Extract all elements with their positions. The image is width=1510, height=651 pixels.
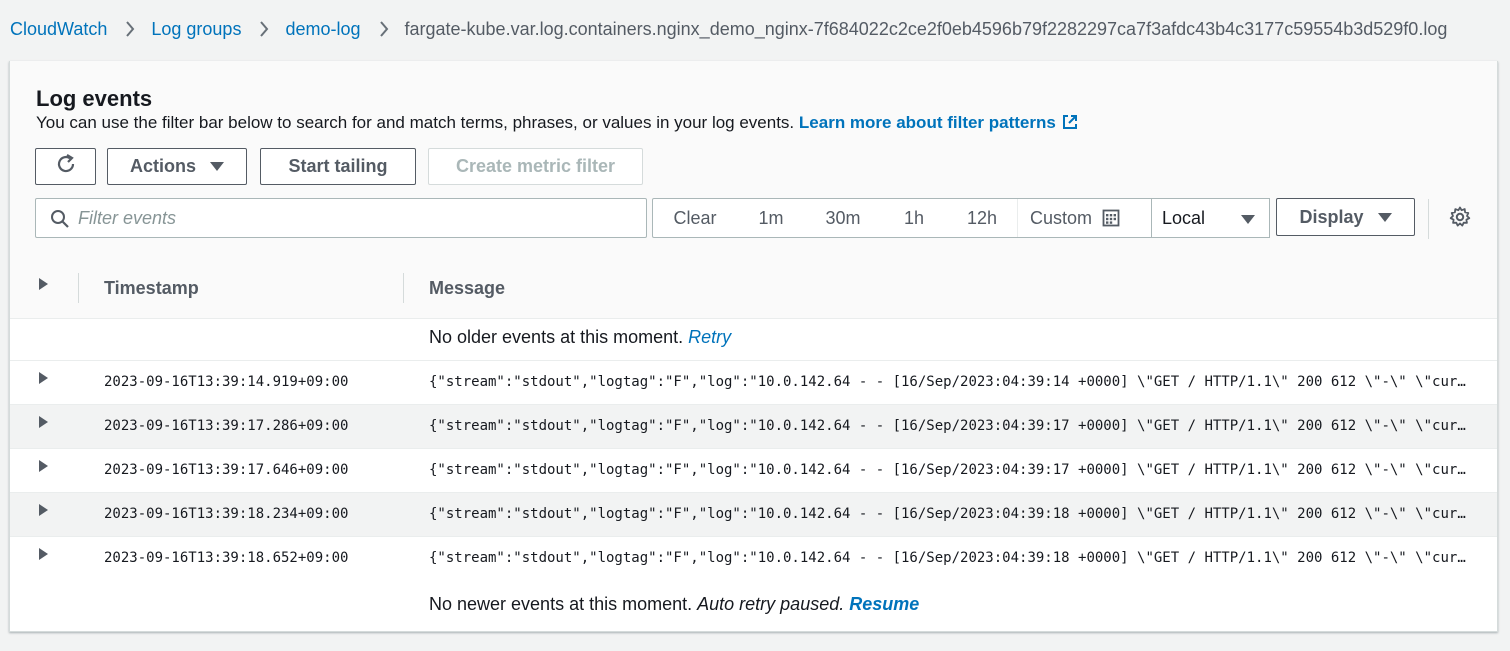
column-divider (78, 273, 79, 303)
expand-row-icon[interactable] (39, 416, 48, 428)
row-timestamp: 2023-09-16T13:39:14.919+09:00 (104, 374, 349, 390)
breadcrumb-cloudwatch[interactable]: CloudWatch (10, 19, 107, 40)
auto-retry-paused-text: Auto retry paused. (697, 594, 845, 614)
breadcrumb-demo-log[interactable]: demo-log (285, 19, 360, 40)
table-row[interactable]: 2023-09-16T13:39:18.652+09:00 {"stream":… (10, 536, 1497, 580)
older-events-notice: No older events at this moment. Retry (429, 327, 731, 348)
search-icon (50, 209, 70, 234)
table-row[interactable]: 2023-09-16T13:39:17.286+09:00 {"stream":… (10, 404, 1497, 448)
resume-link[interactable]: Resume (849, 594, 919, 614)
expand-all-icon[interactable] (39, 278, 48, 290)
refresh-button[interactable] (35, 148, 96, 185)
panel-header: Log events You can use the filter bar be… (10, 61, 1497, 319)
display-button[interactable]: Display (1276, 198, 1415, 236)
divider (1428, 199, 1429, 239)
calendar-icon (1102, 209, 1120, 227)
table-row[interactable]: 2023-09-16T13:39:17.646+09:00 {"stream":… (10, 448, 1497, 492)
timezone-value: Local (1162, 207, 1206, 228)
panel-description: You can use the filter bar below to sear… (36, 113, 1078, 135)
actions-button[interactable]: Actions (107, 148, 247, 185)
row-message: {"stream":"stdout","logtag":"F","log":"1… (429, 374, 1471, 390)
row-timestamp: 2023-09-16T13:39:18.234+09:00 (104, 506, 349, 522)
custom-label: Custom (1030, 207, 1093, 228)
caret-down-icon (1241, 215, 1255, 224)
row-timestamp: 2023-09-16T13:39:17.286+09:00 (104, 418, 349, 434)
learn-more-label: Learn more about filter patterns (798, 113, 1056, 132)
chevron-right-icon (379, 21, 389, 37)
create-metric-filter-label: Create metric filter (455, 156, 616, 176)
create-metric-filter-button[interactable]: Create metric filter (428, 148, 643, 185)
column-divider (403, 273, 404, 303)
actions-label: Actions (129, 156, 196, 176)
expand-row-icon[interactable] (39, 372, 48, 384)
column-header-message[interactable]: Message (429, 278, 505, 299)
row-message: {"stream":"stdout","logtag":"F","log":"1… (429, 462, 1471, 478)
time-range-12h[interactable]: 12h (947, 199, 1017, 237)
caret-down-icon (210, 162, 224, 171)
row-message: {"stream":"stdout","logtag":"F","log":"1… (429, 506, 1471, 522)
chevron-right-icon (259, 21, 269, 37)
log-events-panel: Log events You can use the filter bar be… (9, 61, 1498, 632)
time-range-1h[interactable]: 1h (881, 199, 947, 237)
timezone-select[interactable]: Local (1151, 198, 1270, 238)
row-timestamp: 2023-09-16T13:39:18.652+09:00 (104, 550, 349, 566)
filter-events-field (35, 198, 647, 238)
expand-row-icon[interactable] (39, 548, 48, 560)
expand-row-icon[interactable] (39, 460, 48, 472)
learn-more-link[interactable]: Learn more about filter patterns (799, 113, 1078, 132)
row-message: {"stream":"stdout","logtag":"F","log":"1… (429, 550, 1471, 566)
time-range-clear[interactable]: Clear (653, 199, 737, 237)
newer-events-notice: No newer events at this moment. Auto ret… (429, 594, 919, 615)
breadcrumb: CloudWatch Log groups demo-log fargate-k… (10, 17, 1447, 41)
breadcrumb-log-groups[interactable]: Log groups (151, 19, 241, 40)
row-timestamp: 2023-09-16T13:39:17.646+09:00 (104, 462, 349, 478)
refresh-icon (55, 153, 77, 180)
row-message: {"stream":"stdout","logtag":"F","log":"1… (429, 418, 1471, 434)
time-range-selector: Clear 1m 30m 1h 12h Custom Local (652, 198, 1270, 238)
external-link-icon (1062, 114, 1078, 135)
breadcrumb-current-log-stream: fargate-kube.var.log.containers.nginx_de… (404, 18, 1448, 39)
caret-down-icon (1377, 212, 1392, 222)
table-row[interactable]: 2023-09-16T13:39:18.234+09:00 {"stream":… (10, 492, 1497, 536)
description-text: You can use the filter bar below to sear… (36, 113, 795, 132)
display-label: Display (1299, 206, 1364, 227)
time-range-custom[interactable]: Custom (1018, 199, 1138, 237)
expand-row-icon[interactable] (39, 504, 48, 516)
gear-icon[interactable] (1449, 206, 1471, 233)
start-tailing-button[interactable]: Start tailing (260, 148, 416, 185)
column-header-timestamp[interactable]: Timestamp (104, 278, 199, 299)
newer-events-text: No newer events at this moment. (429, 594, 693, 614)
start-tailing-label: Start tailing (288, 156, 388, 176)
older-events-text: No older events at this moment. (429, 327, 684, 347)
time-range-1m[interactable]: 1m (737, 199, 805, 237)
table-row[interactable]: 2023-09-16T13:39:14.919+09:00 {"stream":… (10, 360, 1497, 404)
retry-link[interactable]: Retry (688, 327, 731, 347)
page-title: Log events (36, 86, 153, 111)
time-range-30m[interactable]: 30m (805, 199, 881, 237)
filter-events-input[interactable] (78, 199, 638, 237)
chevron-right-icon (125, 21, 135, 37)
